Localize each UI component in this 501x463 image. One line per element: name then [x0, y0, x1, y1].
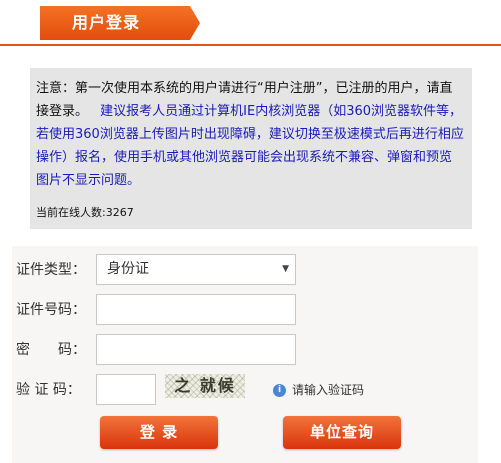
captcha-hint: 请输入验证码 [292, 383, 365, 397]
unit-query-button[interactable]: 单位查询 [283, 416, 401, 449]
online-count: 当前在线人数:3267 [36, 206, 134, 219]
id-type-label: 证件类型： [16, 262, 86, 278]
captcha-label: 验 证 码： [16, 382, 81, 398]
dropdown-arrow-icon: ▼ [282, 264, 289, 274]
header-bar: 用户登录 [0, 0, 501, 46]
captcha-image[interactable]: 之 就候 [165, 374, 245, 398]
id-type-select[interactable]: 身份证 ▼ [96, 254, 296, 285]
login-tab-title: 用户登录 [72, 13, 141, 32]
id-number-label: 证件号码： [16, 302, 86, 318]
password-label: 密 码： [16, 342, 86, 358]
id-number-input[interactable] [96, 294, 296, 325]
info-icon: i [273, 384, 286, 397]
id-type-value: 身份证 [107, 261, 149, 277]
password-input[interactable] [96, 334, 296, 365]
captcha-input[interactable] [96, 374, 156, 405]
login-button[interactable]: 登 录 [100, 416, 218, 449]
notice-browser-advice: 建议报考人员通过计算机IE内核浏览器（如360浏览器软件等，若使用360浏览器上… [36, 104, 464, 188]
